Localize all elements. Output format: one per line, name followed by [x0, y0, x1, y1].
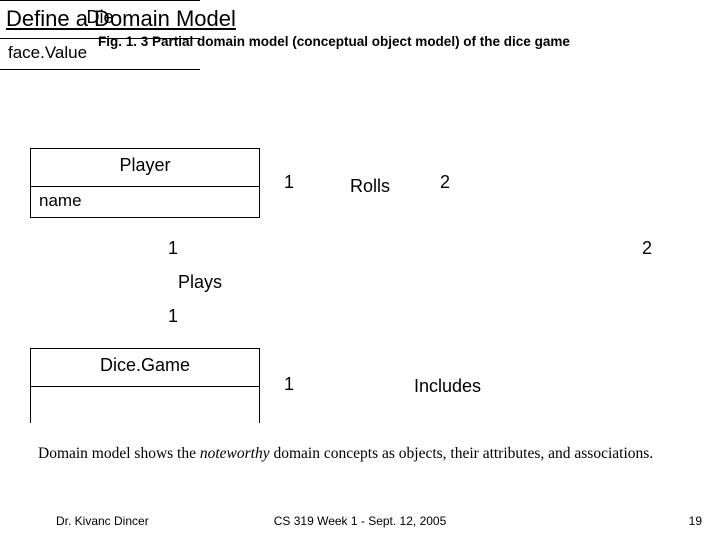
body-text-em: noteworthy	[200, 445, 270, 462]
body-text-pre: Domain model shows the	[38, 445, 200, 462]
class-player-name: Player	[31, 149, 259, 187]
assoc-includes-label: Includes	[414, 376, 481, 397]
mult-rolls-player: 1	[284, 172, 294, 193]
class-player-attr: name	[31, 187, 259, 217]
figure-caption: Fig. 1. 3 Partial domain model (conceptu…	[98, 34, 570, 49]
slide-title: Define a Domain Model	[6, 6, 236, 32]
mult-includes-die: 2	[642, 238, 652, 259]
body-text-post: domain concepts as objects, their attrib…	[270, 445, 654, 462]
body-text: Domain model shows the noteworthy domain…	[38, 444, 682, 463]
mult-plays-player: 1	[168, 238, 178, 259]
class-player: Player name	[30, 148, 260, 218]
assoc-plays-label: Plays	[178, 272, 222, 293]
mult-plays-dicegame: 1	[168, 306, 178, 327]
footer-course: CS 319 Week 1 - Sept. 12, 2005	[0, 514, 720, 528]
class-dicegame-attr-empty	[31, 387, 259, 423]
class-dicegame: Dice.Game	[30, 348, 260, 423]
mult-includes-dicegame: 1	[284, 374, 294, 395]
assoc-rolls-label: Rolls	[350, 176, 390, 197]
footer-page: 19	[689, 514, 702, 528]
class-dicegame-name: Dice.Game	[31, 349, 259, 387]
mult-rolls-die: 2	[440, 172, 450, 193]
